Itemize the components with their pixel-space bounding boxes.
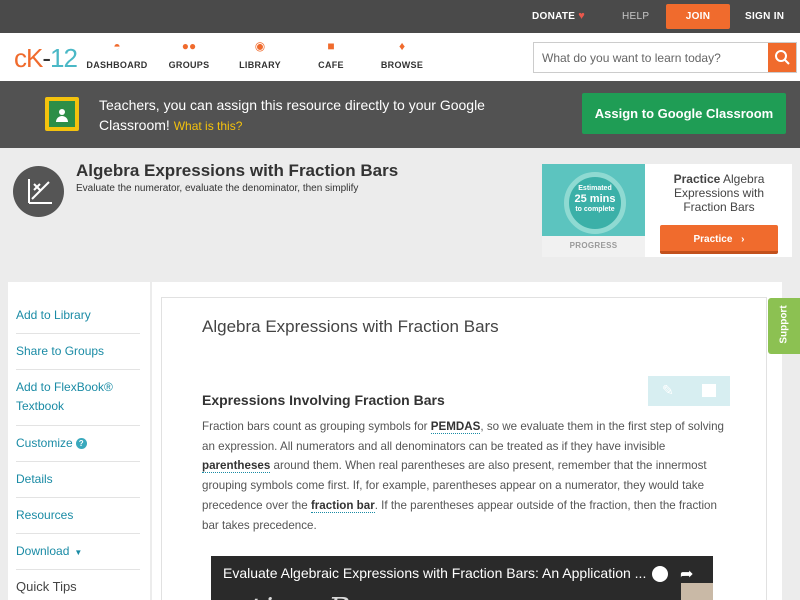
annotation-tools: ✎ — [648, 376, 730, 406]
download-label: Download — [16, 544, 70, 558]
help-icon[interactable]: ? — [75, 438, 87, 449]
vocab-fraction-bar[interactable]: fraction bar — [310, 498, 375, 513]
main-content: Algebra Expressions with Fraction Bars ✎… — [152, 282, 782, 600]
caret-down-icon: ▼ — [74, 548, 83, 557]
logo-number: 12 — [50, 43, 78, 73]
concept-subtitle: Evaluate the numerator, evaluate the den… — [76, 183, 359, 194]
video-thumbnail-detail — [681, 583, 713, 600]
search-box — [533, 42, 797, 73]
to-complete-label: to complete — [575, 206, 615, 213]
join-button[interactable]: JOIN — [666, 4, 730, 29]
lesson-paragraph: Fraction bars count as grouping symbols … — [202, 417, 734, 535]
support-tab[interactable]: Support — [768, 298, 800, 354]
nav-groups[interactable]: ●● GROUPS — [154, 39, 224, 70]
library-icon: ◉ — [254, 39, 266, 53]
search-icon — [775, 50, 790, 65]
estimated-label: Estimated — [578, 185, 612, 192]
groups-icon: ●● — [181, 39, 197, 53]
donate-link[interactable]: DONATE ♥ — [532, 0, 585, 33]
chevron-right-icon: › — [741, 234, 745, 245]
video-player[interactable]: action Bars as Evaluate Algebraic Expres… — [211, 556, 713, 600]
nav-library-label: LIBRARY — [239, 60, 281, 70]
nav-browse-label: BROWSE — [380, 60, 424, 70]
progress-badge: Estimated 25 mins to complete PROGRESS — [542, 164, 645, 257]
video-title[interactable]: Evaluate Algebraic Expressions with Frac… — [223, 565, 646, 581]
content-panel: Algebra Expressions with Fraction Bars ✎… — [161, 297, 767, 600]
help-link[interactable]: HELP — [622, 0, 649, 33]
pencil-icon[interactable]: ✎ — [662, 382, 674, 399]
watch-later-icon[interactable] — [652, 566, 668, 582]
support-label: Support — [778, 305, 790, 344]
sidebar-item-share-to-groups[interactable]: Share to Groups — [16, 342, 140, 370]
google-classroom-icon — [45, 97, 79, 131]
search-input[interactable] — [534, 43, 768, 72]
dashboard-icon: ◓ — [113, 39, 121, 53]
logo-ck: cK — [14, 43, 43, 73]
browse-icon: ♦ — [398, 39, 406, 53]
share-icon[interactable]: ➦ — [680, 564, 693, 584]
notes-icon[interactable] — [702, 384, 716, 397]
section-heading: Expressions Involving Fraction Bars — [202, 392, 445, 408]
content-title: Algebra Expressions with Fraction Bars — [202, 317, 499, 336]
practice-title: Practice Algebra Expressions with Fracti… — [659, 172, 779, 214]
search-button[interactable] — [768, 43, 796, 72]
paragraph-text-1: Fraction bars count as grouping symbols … — [202, 420, 431, 433]
practice-button-label: Practice — [693, 234, 733, 245]
top-utility-bar: DONATE ♥ HELP JOIN SIGN IN — [0, 0, 800, 33]
ck12-logo[interactable]: cK-12 — [14, 43, 78, 74]
cafe-icon: ■ — [327, 39, 335, 53]
classroom-text: Teachers, you can assign this resource d… — [99, 97, 485, 133]
progress-label: PROGRESS — [569, 241, 618, 250]
estimated-minutes: 25 mins — [574, 193, 616, 205]
main-navbar: cK-12 ◓ DASHBOARD ●● GROUPS ◉ LIBRARY ■ … — [0, 33, 800, 81]
assign-google-classroom-button[interactable]: Assign to Google Classroom — [582, 93, 786, 134]
donate-label: DONATE — [532, 11, 576, 22]
sign-in-link[interactable]: SIGN IN — [745, 0, 784, 33]
concept-title: Algebra Expressions with Fraction Bars — [76, 161, 399, 180]
practice-title-bold: Practice — [673, 172, 721, 186]
sidebar-item-add-to-library[interactable]: Add to Library — [16, 306, 140, 334]
customize-label: Customize — [16, 436, 73, 450]
nav-cafe[interactable]: ■ CAFE — [296, 39, 366, 70]
sidebar-item-details[interactable]: Details — [16, 470, 140, 498]
video-chalkboard-text: action Bars as — [211, 592, 455, 600]
heart-icon: ♥ — [578, 10, 586, 22]
graph-icon — [13, 166, 64, 217]
nav-library[interactable]: ◉ LIBRARY — [225, 39, 295, 70]
nav-browse[interactable]: ♦ BROWSE — [367, 39, 437, 70]
sidebar-item-customize[interactable]: Customize? — [16, 434, 140, 462]
what-is-this-link[interactable]: What is this? — [174, 119, 243, 133]
sidebar-item-download[interactable]: Download ▼ — [16, 542, 140, 570]
sidebar: Add to Library Share to Groups Add to Fl… — [8, 282, 150, 600]
logo-dash: - — [42, 43, 51, 73]
sidebar-item-add-to-flexbook[interactable]: Add to FlexBook® Textbook — [16, 378, 140, 426]
classroom-message: Teachers, you can assign this resource d… — [99, 95, 519, 136]
nav-dashboard[interactable]: ◓ DASHBOARD — [82, 39, 152, 70]
sidebar-item-resources[interactable]: Resources — [16, 506, 140, 534]
nav-cafe-label: CAFE — [318, 60, 344, 70]
nav-dashboard-label: DASHBOARD — [86, 60, 148, 70]
nav-groups-label: GROUPS — [168, 60, 210, 70]
quick-tips-heading: Quick Tips — [16, 579, 77, 594]
practice-button[interactable]: Practice › — [660, 225, 778, 254]
estimate-text: Estimated 25 mins to complete — [564, 184, 626, 214]
vocab-parentheses[interactable]: parentheses — [202, 459, 271, 474]
practice-card: Estimated 25 mins to complete PROGRESS P… — [542, 164, 792, 257]
vocab-pemdas[interactable]: PEMDAS — [430, 420, 481, 434]
